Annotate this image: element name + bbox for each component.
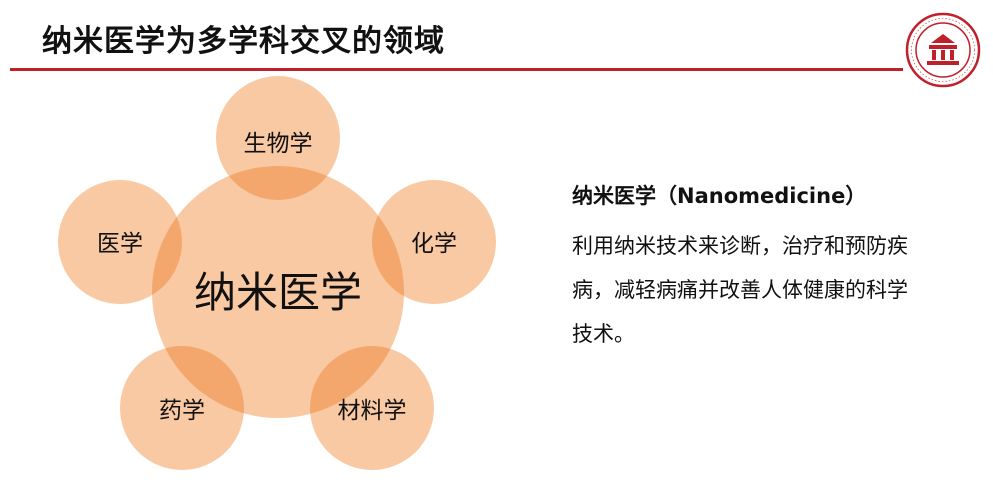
discipline-diagram: 纳米医学 生物学 化学 材料学 药学 医学 <box>58 76 496 470</box>
satellite-label-chemistry: 化学 <box>411 231 457 257</box>
university-seal-icon <box>905 12 981 88</box>
satellite-label-medicine: 医学 <box>97 231 143 257</box>
description-body: 利用纳米技术来诊断，治疗和预防疾病，减轻病痛并改善人体健康的科学技术。 <box>572 234 908 346</box>
satellite-label-biology: 生物学 <box>244 131 313 157</box>
description-panel: 纳米医学（Nanomedicine） 利用纳米技术来诊断，治疗和预防疾病，减轻病… <box>572 178 972 356</box>
satellite-label-materials: 材料学 <box>338 398 407 424</box>
slide: 纳米医学为多学科交叉的领域 纳米医学 生物学 化学 材料学 药学 医学 纳米医学… <box>0 0 993 504</box>
description-heading: 纳米医学（Nanomedicine） <box>572 184 867 208</box>
satellite-label-pharmacy: 药学 <box>159 398 205 424</box>
center-label: 纳米医学 <box>194 268 362 317</box>
